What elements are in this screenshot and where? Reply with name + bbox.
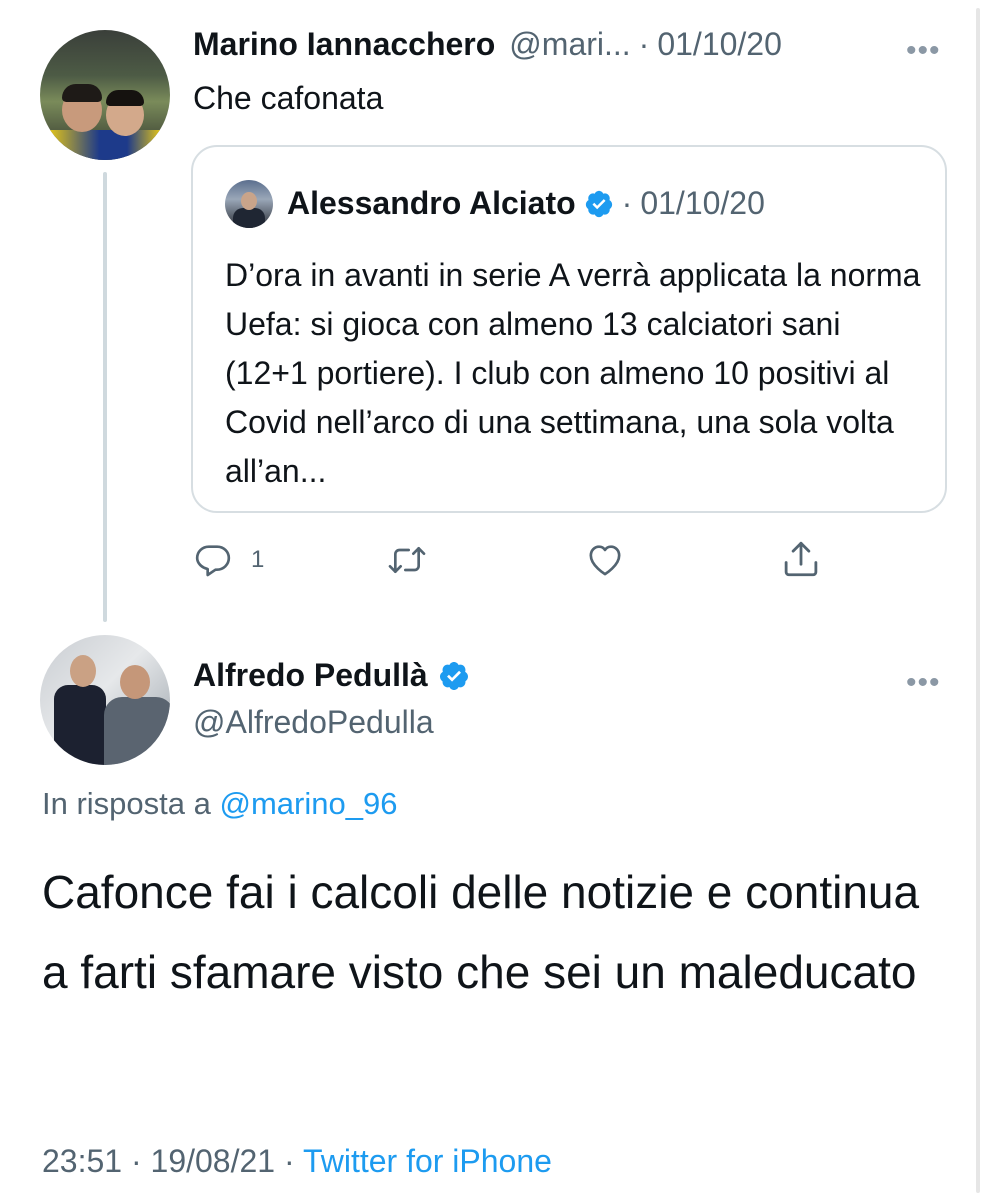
separator-dot: · <box>621 185 633 221</box>
verified-badge-icon <box>439 661 468 690</box>
reply-icon[interactable] <box>193 540 233 580</box>
verified-badge-icon <box>585 190 612 217</box>
reply-author-handle[interactable]: @AlfredoPedulla <box>193 704 434 741</box>
retweet-action[interactable] <box>385 540 429 580</box>
quoted-tweet-text: D’ora in avanti in serie A verrà applica… <box>225 257 921 489</box>
tweet-date: 19/08/21 <box>150 1143 276 1179</box>
in-reply-mention-link[interactable]: @marino_96 <box>220 786 398 821</box>
tweet-time: 23:51 <box>42 1143 123 1179</box>
tweet-meta: 23:51 · 19/08/21 · Twitter for iPhone <box>42 1143 552 1180</box>
retweet-icon[interactable] <box>385 540 429 580</box>
reply-author-row: Alfredo Pedullà <box>193 657 470 694</box>
more-options-icon[interactable]: ••• <box>906 668 941 698</box>
quoted-author-name: Alessandro Alciato <box>287 185 576 221</box>
quoted-tweet-header: Alessandro Alciato · 01/10/20 <box>287 185 765 222</box>
like-action[interactable] <box>584 540 626 580</box>
tweet-source-link[interactable]: Twitter for iPhone <box>303 1143 552 1179</box>
parent-author-handle[interactable]: @mari... <box>509 26 630 63</box>
reply-action[interactable]: 1 <box>193 540 264 580</box>
parent-author-name[interactable]: Marino Iannacchero <box>193 26 495 63</box>
parent-tweet-header: Marino Iannacchero @mari... · 01/10/20 <box>193 26 782 63</box>
more-options-icon[interactable]: ••• <box>906 36 941 66</box>
in-reply-to: In risposta a @marino_96 <box>42 786 397 822</box>
reply-tweet-text: Cafonce fai i calcoli delle notizie e co… <box>42 866 920 998</box>
parent-tweet-text: Che cafonata <box>193 80 384 116</box>
reply-count: 1 <box>251 546 265 573</box>
scrollbar[interactable] <box>976 8 980 1193</box>
in-reply-prefix: In risposta a <box>42 786 211 821</box>
alciato-avatar <box>225 180 273 228</box>
marino-avatar[interactable] <box>40 30 170 160</box>
alfredo-avatar[interactable] <box>40 635 170 765</box>
share-icon[interactable] <box>780 538 822 580</box>
thread-connector-line <box>103 172 107 622</box>
like-icon[interactable] <box>584 540 626 580</box>
reply-author-name[interactable]: Alfredo Pedullà <box>193 657 428 694</box>
separator-dot: · <box>638 26 650 62</box>
quoted-tweet-date: 01/10/20 <box>640 185 765 221</box>
separator-dot: · <box>283 1143 295 1179</box>
parent-tweet-date[interactable]: 01/10/20 <box>657 26 782 63</box>
share-action[interactable] <box>780 538 822 580</box>
separator-dot: · <box>130 1143 142 1179</box>
quoted-tweet-card[interactable]: Alessandro Alciato · 01/10/20 D’ora in a… <box>191 145 947 513</box>
